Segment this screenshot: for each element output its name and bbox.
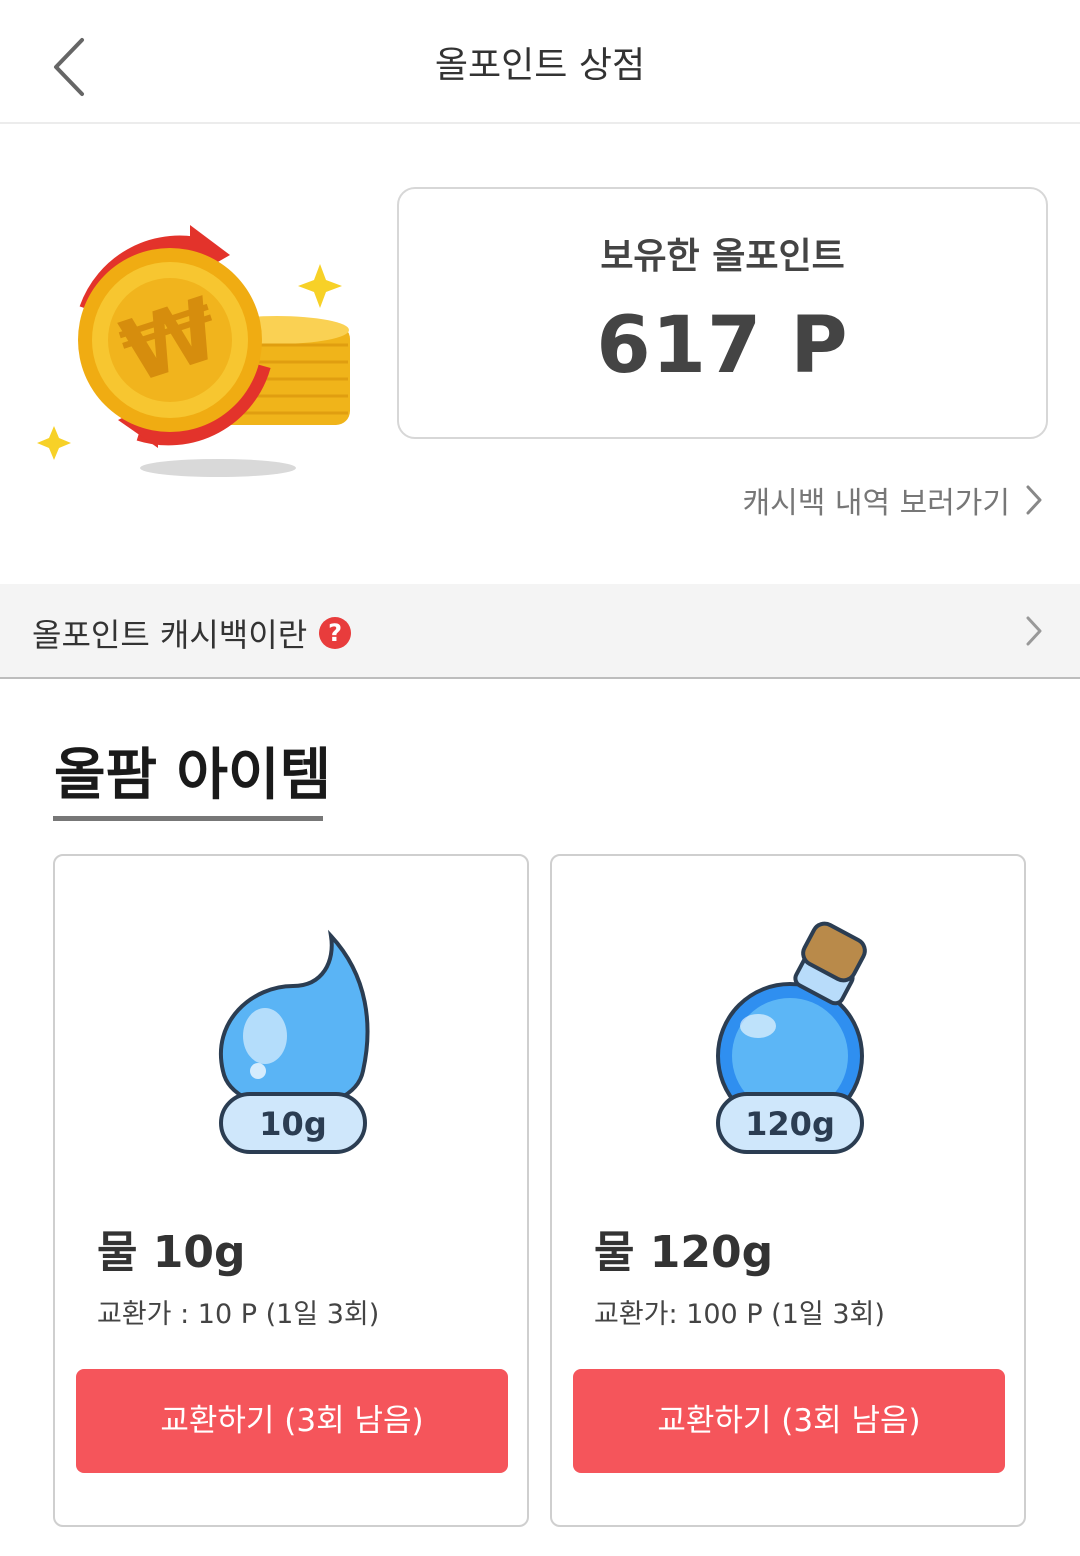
section-underline [53,816,323,821]
item-badge: 120g [745,1105,835,1143]
item-card: 10g 물 10g 교환가 : 10 P (1일 3회) 교환하기 (3회 남음… [53,854,529,1527]
help-icon: ? [319,617,352,649]
cashback-info-bar[interactable]: 올포인트 캐시백이란 ? [0,584,1080,679]
cashback-info: 올포인트 캐시백이란 ? [32,610,352,656]
section-title: 올팜 아이템 [54,743,332,808]
page-title: 올포인트 상점 [434,45,646,86]
points-label: 보유한 올포인트 [600,236,845,277]
exchange-button[interactable]: 교환하기 (3회 남음) [573,1369,1005,1473]
cashback-history-label: 캐시백 내역 보러가기 [742,486,1010,521]
item-name: 물 10g [97,1227,246,1278]
item-price: 교환가 : 10 P (1일 3회) [97,1299,380,1330]
item-badge: 10g [259,1105,326,1143]
points-value: 617 P [596,301,849,391]
item-card: 120g 물 120g 교환가: 100 P (1일 3회) 교환하기 (3회 … [550,854,1026,1527]
points-balance-card: 보유한 올포인트 617 P [397,187,1048,439]
item-name: 물 120g [594,1227,774,1278]
chevron-right-icon [1026,616,1042,646]
cashback-info-label: 올포인트 캐시백이란 [32,616,308,654]
coin-exchange-illustration: ₩ [37,225,350,477]
water-bottle-icon: 120g [716,921,867,1154]
chevron-right-icon [1026,485,1042,515]
app-header: 올포인트 상점 [0,0,1080,124]
cashback-history-link[interactable]: 캐시백 내역 보러가기 [743,478,1044,522]
item-price: 교환가: 100 P (1일 3회) [594,1299,885,1330]
water-drop-icon: 10g [219,929,370,1154]
exchange-button[interactable]: 교환하기 (3회 남음) [76,1369,508,1473]
